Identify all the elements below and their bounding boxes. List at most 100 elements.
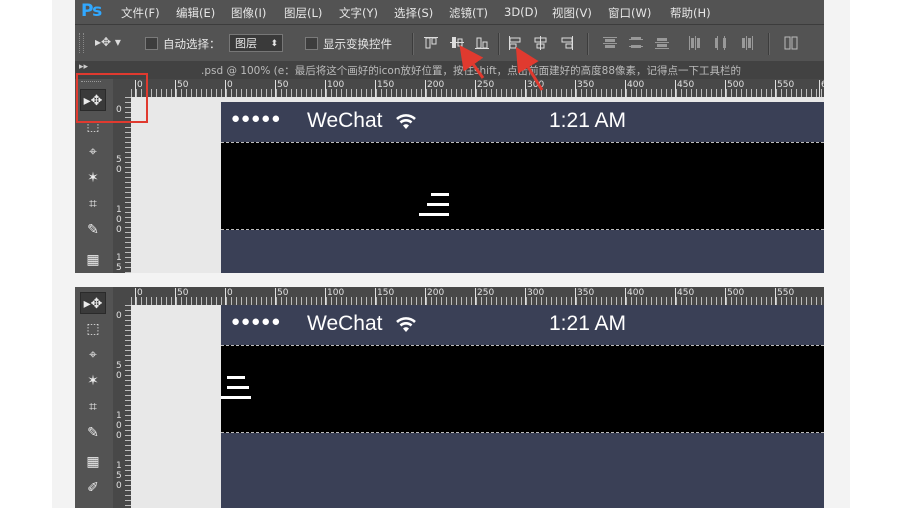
ruler-label: 0 <box>225 288 233 305</box>
brush-tool-icon[interactable]: ✐ <box>80 477 106 499</box>
ruler-label: 50 <box>174 80 189 97</box>
document-canvas[interactable]: ●●●●● WeChat 1:21 AM <box>131 305 824 508</box>
lasso-tool-icon[interactable]: ⌖ <box>80 344 106 366</box>
crop-tool-icon[interactable]: ⌗ <box>80 396 106 418</box>
auto-select-dropdown[interactable]: 图层 ⬍ <box>229 34 283 52</box>
auto-select-checkbox[interactable] <box>145 37 158 50</box>
auto-select-value: 图层 <box>235 37 257 50</box>
transform-controls-checkbox[interactable] <box>305 37 318 50</box>
carrier-name: WeChat <box>307 312 383 335</box>
transform-controls-label: 显示变换控件 <box>323 37 392 51</box>
menu-file[interactable]: 文件(F) <box>121 5 160 21</box>
artboard[interactable]: ●●●●● WeChat 1:21 AM <box>221 102 824 273</box>
align-bottom-edges-icon[interactable] <box>474 35 490 51</box>
align-right-edges-icon[interactable] <box>559 35 575 51</box>
ruler-label: 50 <box>116 155 122 175</box>
move-tool-highlight-box <box>76 73 148 123</box>
panel-collapse-icon[interactable]: ▸▸ <box>79 62 88 72</box>
artboard[interactable]: ●●●●● WeChat 1:21 AM <box>221 305 824 508</box>
ruler-label: 300 <box>524 288 545 305</box>
menu-view[interactable]: 视图(V) <box>552 5 592 21</box>
separator <box>498 33 500 55</box>
ruler-label: 50 <box>274 288 289 305</box>
ruler-label: 300 <box>524 80 545 97</box>
document-tab-title[interactable]: .psd @ 100% (e：最后将这个画好的icon放好位置，按住shift，… <box>201 63 741 78</box>
vertical-ruler[interactable]: 0 50 100 150 <box>113 305 131 508</box>
lasso-tool-icon[interactable]: ⌖ <box>80 141 106 163</box>
ruler-label: 0 <box>135 288 143 305</box>
ruler-label: 50 <box>116 361 122 381</box>
photoshop-window-bottom: ▸✥ ⬚ ⌖ ✶ ⌗ ✎ ▦ ✐ 0 50 0 50 100 150 200 2… <box>75 287 824 508</box>
menu-filter[interactable]: 滤镜(T) <box>449 5 488 21</box>
signal-dots: ●●●●● <box>231 110 282 127</box>
align-vertical-centers-icon[interactable] <box>449 35 465 51</box>
options-bar-grip[interactable] <box>79 33 84 53</box>
ruler-label: 100 <box>116 205 122 235</box>
menu-edit[interactable]: 编辑(E) <box>176 5 215 21</box>
move-tool-icon[interactable]: ▸✥ <box>80 292 106 314</box>
ruler-label: 350 <box>574 80 595 97</box>
auto-align-layers-icon[interactable] <box>783 35 799 51</box>
tool-preset-picker[interactable]: ▸✥ ▾ <box>95 35 121 49</box>
vertical-ruler[interactable]: 0 50 100 150 <box>113 97 131 273</box>
menu-3d[interactable]: 3D(D) <box>504 5 538 19</box>
phone-status-bar: ●●●●● WeChat 1:21 AM <box>221 305 824 345</box>
document-tab-bar: ▸▸ .psd @ 100% (e：最后将这个画好的icon放好位置，按住shi… <box>75 61 824 79</box>
ruler-origin[interactable] <box>113 287 131 305</box>
ruler-label: 600 <box>818 80 824 97</box>
ruler-label: 450 <box>674 80 695 97</box>
magic-wand-tool-icon[interactable]: ✶ <box>80 167 106 189</box>
horizontal-ruler[interactable]: 0 50 0 50 100 150 200 250 300 350 400 45… <box>131 287 824 305</box>
signal-dots: ●●●●● <box>231 313 282 330</box>
menu-lines-icon[interactable] <box>221 376 251 400</box>
ruler-label: 50 <box>274 80 289 97</box>
distribute-bottom-icon[interactable] <box>654 35 670 51</box>
ruler-label: 500 <box>724 288 745 305</box>
align-left-edges-icon[interactable] <box>507 35 523 51</box>
menu-type[interactable]: 文字(Y) <box>339 5 378 21</box>
dropdown-arrow-icon: ⬍ <box>270 39 278 49</box>
menu-lines-icon[interactable] <box>419 193 449 217</box>
ruler-label: 200 <box>424 80 445 97</box>
menu-help[interactable]: 帮助(H) <box>670 5 711 21</box>
marquee-tool-icon[interactable]: ⬚ <box>80 318 106 340</box>
menu-select[interactable]: 选择(S) <box>394 5 433 21</box>
separator <box>768 33 770 55</box>
ruler-ticks <box>131 89 824 97</box>
ruler-label: 250 <box>474 288 495 305</box>
carrier-name: WeChat <box>307 109 383 132</box>
status-time: 1:21 AM <box>549 312 627 335</box>
menu-image[interactable]: 图像(I) <box>231 5 266 21</box>
distribute-horizontal-centers-icon[interactable] <box>713 35 729 51</box>
ruler-label: 400 <box>624 80 645 97</box>
nav-bar-selection[interactable] <box>221 142 824 230</box>
distribute-left-icon[interactable] <box>687 35 703 51</box>
healing-brush-tool-icon[interactable]: ▦ <box>80 249 106 271</box>
eyedropper-tool-icon[interactable]: ✎ <box>80 219 106 241</box>
distribute-right-icon[interactable] <box>739 35 755 51</box>
menu-window[interactable]: 窗口(W) <box>608 5 651 21</box>
separator <box>412 33 414 55</box>
eyedropper-tool-icon[interactable]: ✎ <box>80 422 106 444</box>
status-time: 1:21 AM <box>549 109 627 132</box>
distribute-top-icon[interactable] <box>602 35 618 51</box>
ruler-label: 100 <box>324 288 345 305</box>
align-top-edges-icon[interactable] <box>423 35 439 51</box>
crop-tool-icon[interactable]: ⌗ <box>80 193 106 215</box>
ruler-label: 100 <box>116 411 122 441</box>
align-horizontal-centers-icon[interactable] <box>533 35 549 51</box>
magic-wand-tool-icon[interactable]: ✶ <box>80 370 106 392</box>
distribute-vertical-centers-icon[interactable] <box>628 35 644 51</box>
document-canvas[interactable]: ●●●●● WeChat 1:21 AM <box>131 97 824 273</box>
separator <box>587 33 589 55</box>
healing-brush-tool-icon[interactable]: ▦ <box>80 451 106 473</box>
photoshop-logo: Ps <box>81 1 102 21</box>
ruler-label: 0 <box>116 311 122 321</box>
ruler-label: 50 <box>174 288 189 305</box>
menu-layer[interactable]: 图层(L) <box>284 5 322 21</box>
ruler-label: 500 <box>724 80 745 97</box>
nav-bar-selection[interactable] <box>221 345 824 433</box>
ruler-label: 350 <box>574 288 595 305</box>
horizontal-ruler[interactable]: 0 50 0 50 100 150 200 250 300 350 400 45… <box>131 79 824 97</box>
wifi-icon <box>396 317 416 332</box>
